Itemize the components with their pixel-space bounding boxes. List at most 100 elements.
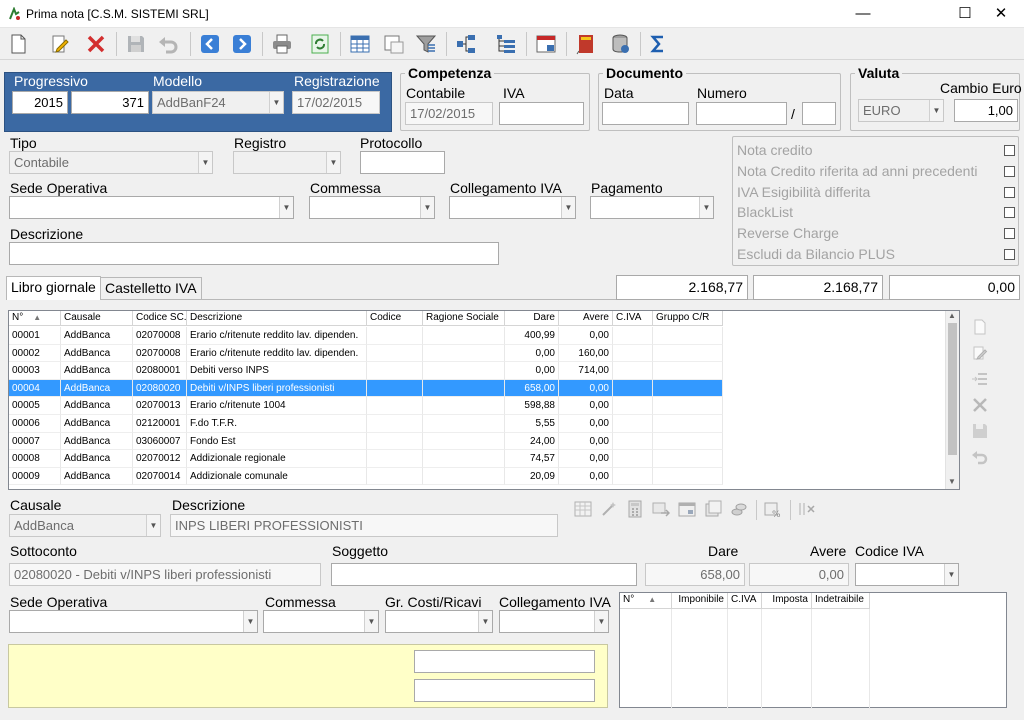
sede-operativa-combo[interactable]: ▼ [9,196,294,219]
table-cell[interactable]: 00003 [9,362,61,380]
tipo-combo[interactable]: Contabile ▼ [9,151,213,174]
anno-field[interactable]: 2015 [12,91,68,114]
documento-numero-field[interactable] [696,102,787,125]
registrazione-field[interactable]: 17/02/2015 [292,91,380,114]
valuta-combo[interactable]: EURO ▼ [858,99,944,122]
castelletto-iva-grid[interactable]: N° ▲ Imponibile C.IVA Imposta Indetraibil… [619,592,1007,709]
competenza-iva-field[interactable] [499,102,584,125]
commessa-combo[interactable]: ▼ [309,196,435,219]
table-cell[interactable]: 03060007 [133,432,187,451]
table-cell[interactable]: 02080001 [133,362,187,380]
table-cell[interactable]: 00007 [9,432,61,451]
selected-row-cell[interactable]: 00004 [9,379,61,398]
avere-field[interactable]: 0,00 [749,563,849,586]
table-cell[interactable] [423,344,505,363]
table-cell[interactable]: 598,88 [505,397,559,415]
edit-icon[interactable] [46,30,74,58]
registro-combo[interactable]: ▼ [233,151,341,174]
table-cell[interactable]: 00001 [9,327,61,345]
table-cell[interactable] [653,450,723,468]
calendar-small-icon[interactable] [676,498,698,520]
close-button[interactable]: ✕ [978,0,1024,28]
column-header-causale[interactable]: Causale [61,311,133,326]
riga-commessa-combo[interactable]: ▼ [263,610,379,633]
insert-row-icon[interactable] [968,367,992,391]
table-cell[interactable] [423,450,505,468]
table-cell[interactable]: 02070012 [133,450,187,468]
table-cell[interactable]: 0,00 [559,450,613,468]
table-cell[interactable]: AddBanca [61,344,133,363]
selected-row-cell[interactable]: 02080020 [133,379,187,398]
grid-icon[interactable] [572,498,594,520]
tab-castelletto-iva[interactable]: Castelletto IVA [100,277,202,299]
minimize-button[interactable]: — [840,0,886,28]
database-icon[interactable] [606,30,634,58]
table-cell[interactable]: Addizionale comunale [187,467,367,486]
table-cell[interactable] [653,415,723,433]
tree-icon[interactable] [452,30,480,58]
note-field-1[interactable] [414,650,595,673]
cambio-euro-field[interactable]: 1,00 [954,99,1018,122]
iva-column-header-imposta[interactable]: Imposta [762,593,812,609]
table-cell[interactable]: 0,00 [559,397,613,415]
iva-column-header-imponibile[interactable]: Imponibile [672,593,728,609]
column-header-codice-sc[interactable]: Codice SC. [133,311,187,326]
codice-iva-combo[interactable]: ▼ [855,563,959,586]
modello-combo[interactable]: AddBanF24 ▼ [152,91,284,114]
column-header-numero[interactable]: N° ▲ [9,311,61,326]
table-cell[interactable]: 02070008 [133,327,187,345]
table-cell[interactable]: 160,00 [559,344,613,363]
note-field-2[interactable] [414,679,595,702]
table-cell[interactable]: 0,00 [559,415,613,433]
table-cell[interactable]: 0,00 [559,327,613,345]
table-cell[interactable] [613,467,653,486]
table-cell[interactable] [367,450,423,468]
previous-icon[interactable] [196,30,224,58]
table-cell[interactable]: 5,55 [505,415,559,433]
delete-row-icon[interactable] [968,393,992,417]
table-cell[interactable]: 74,57 [505,450,559,468]
table-cell[interactable]: Erario c/ritenute reddito lav. dipenden. [187,327,367,345]
collegamento-iva-combo[interactable]: ▼ [449,196,576,219]
table-icon[interactable] [346,30,374,58]
table-cell[interactable]: Erario c/ritenute reddito lav. dipenden. [187,344,367,363]
list-tree-icon[interactable] [492,30,520,58]
percent-icon[interactable]: % [762,498,784,520]
soggetto-field[interactable] [331,563,637,586]
column-header-codice[interactable]: Codice [367,311,423,326]
iva-column-header-numero[interactable]: N° ▲ [620,593,672,609]
table-cell[interactable]: 714,00 [559,362,613,380]
table-cell[interactable] [613,450,653,468]
table-cell[interactable]: AddBanca [61,467,133,486]
table-cell[interactable]: 02070008 [133,344,187,363]
table-cell[interactable]: 00009 [9,467,61,486]
table-cell[interactable] [367,432,423,451]
table-cell[interactable]: AddBanca [61,432,133,451]
table-cell[interactable] [423,415,505,433]
table-cell[interactable] [653,432,723,451]
new-document-icon[interactable] [4,30,32,58]
scroll-down-icon[interactable]: ▼ [948,477,956,486]
table-cell[interactable] [423,362,505,380]
selected-row-cell[interactable]: AddBanca [61,379,133,398]
table-cell[interactable]: Debiti verso INPS [187,362,367,380]
save-icon[interactable] [122,30,150,58]
undo-icon[interactable] [154,30,182,58]
transfer-icon[interactable] [650,498,672,520]
calculator-icon[interactable] [624,498,646,520]
save-row-icon[interactable] [968,419,992,443]
book-icon[interactable] [572,30,600,58]
pagamento-combo[interactable]: ▼ [590,196,714,219]
selected-row-cell[interactable]: 0,00 [559,379,613,398]
nota-credito-anni-precedenti-checkbox[interactable] [1004,166,1015,177]
next-icon[interactable] [228,30,256,58]
document-stack-icon[interactable] [702,498,724,520]
riga-descrizione-field[interactable]: INPS LIBERI PROFESSIONISTI [170,514,558,537]
table-cell[interactable] [653,467,723,486]
table-cell[interactable] [367,344,423,363]
table-cell[interactable]: 02070013 [133,397,187,415]
tab-libro-giornale[interactable]: Libro giornale [6,276,101,300]
table-cell[interactable]: 00006 [9,415,61,433]
table-cell[interactable]: 0,00 [505,344,559,363]
table-cell[interactable]: 20,09 [505,467,559,486]
